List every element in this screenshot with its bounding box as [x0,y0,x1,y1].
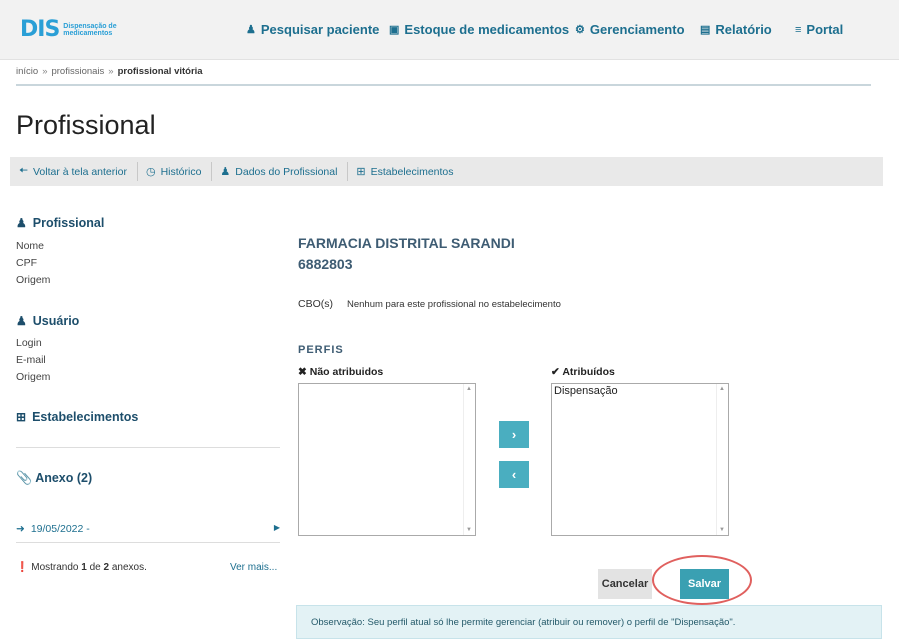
nav-portal[interactable]: ≡ Portal [795,22,843,37]
breadcrumb-profissionais[interactable]: profissionais [51,66,104,77]
page-title: Profissional [16,110,156,140]
assign-profile-button[interactable]: › [499,421,529,448]
estabelecimento-name: FARMACIA DISTRITAL SARANDI [298,235,515,251]
atribuidos-listbox[interactable]: Dispensação ▲ ▼ [551,383,729,536]
cancel-button[interactable]: Cancelar [598,569,652,599]
logo-text: Dispensação de medicamentos [63,23,117,37]
action-toolbar: 🠤 Voltar à tela anterior ◷ Histórico ♟ Dado… [10,157,883,186]
anexo-divider [16,542,280,543]
info-icon: ❗ [16,562,29,573]
chevron-left-icon: ‹ [511,467,517,482]
logo-mark: DIS [20,17,60,42]
usuario-section-title: ♟ Usuário [16,314,80,328]
arrow-circle-right-icon: ➜ [16,523,25,535]
user-icon: ♟ [246,24,256,36]
estabelecimento-code: 6882803 [298,256,353,272]
cbo-label: CBO(s) [298,298,333,310]
breadcrumb-divider [16,84,871,86]
chevron-right-icon: ▶ [273,523,280,532]
perfis-title: PERFIS [298,344,344,356]
hospital-icon: ⊞ [356,166,366,178]
field-login: Login [16,337,42,349]
field-nome: Nome [16,240,45,252]
field-origem-usuario: Origem [16,371,51,383]
scroll-up-icon: ▲ [466,386,472,392]
unassign-profile-button[interactable]: ‹ [499,461,529,488]
listbox-scrollbar[interactable]: ▲ ▼ [716,384,728,535]
briefcase-icon: ▣ [389,24,400,36]
nao-atribuidos-label: ✖ Não atribuidos [298,366,384,378]
user-md-icon: ♟ [220,166,231,178]
historico-button[interactable]: ◷ Histórico [138,162,213,181]
anexo-list-item[interactable]: ➜ 19/05/2022 - ▶ [16,523,280,535]
atribuidos-label: ✔ Atribuídos [551,366,615,378]
arrow-left-icon: 🠤 [19,165,28,177]
breadcrumb-current: profissional vitória [117,66,203,77]
field-origem: Origem [16,274,51,286]
observacao-alert: Observação: Seu perfil atual só lhe perm… [296,605,882,639]
estabelecimentos-button[interactable]: ⊞ Estabelecimentos [348,162,463,181]
nav-gerenciamento[interactable]: ⚙ Gerenciamento [575,22,685,37]
usuario-fields: Login E-mail Origem [16,335,50,386]
estabelecimentos-section-title: ⊞ Estabelecimentos [16,410,139,424]
profissional-fields: Nome CPF Origem [16,238,50,289]
breadcrumb-inicio[interactable]: início [16,66,38,77]
app-logo[interactable]: DIS Dispensação de medicamentos [20,19,117,41]
times-icon: ✖ [298,366,307,378]
back-button[interactable]: 🠤 Voltar à tela anterior [17,162,138,181]
listbox-scrollbar[interactable]: ▲ ▼ [463,384,475,535]
anexo-section-title: 📎 Anexo (2) [16,470,93,485]
nav-relatorio[interactable]: ▤ Relatório [700,22,772,37]
scroll-down-icon: ▼ [466,527,472,533]
pagination-summary: ❗ Mostrando 1 de 2 anexos. [16,562,147,573]
user-md-icon: ♟ [16,216,27,230]
nav-estoque-medicamentos[interactable]: ▣ Estoque de medicamentos [389,22,569,37]
scroll-up-icon: ▲ [719,386,725,392]
field-cpf: CPF [16,257,37,269]
cbo-value: Nenhum para este profissional no estabel… [347,299,561,310]
menu-icon: ≡ [795,23,802,36]
top-navbar: DIS Dispensação de medicamentos ♟ Pesquisa… [0,0,899,60]
profissional-section-title: ♟ Profissional [16,216,105,230]
bar-chart-icon: ▤ [700,24,711,36]
chevron-right-icon: › [511,427,517,442]
breadcrumb: início» profissionais» profissional vitóri… [16,66,203,77]
section-divider [16,447,280,448]
user-icon: ♟ [16,314,27,328]
nav-pesquisar-paciente[interactable]: ♟ Pesquisar paciente [246,22,379,37]
ver-mais-link[interactable]: Ver mais... [230,562,277,573]
dados-profissional-button[interactable]: ♟ Dados do Profissional [212,162,349,181]
nao-atribuidos-listbox[interactable]: ▲ ▼ [298,383,476,536]
save-button[interactable]: Salvar [680,569,729,599]
hospital-icon: ⊞ [16,410,27,424]
field-email: E-mail [16,354,46,366]
list-item[interactable]: Dispensação [552,384,728,398]
check-icon: ✔ [551,366,560,378]
clock-icon: ◷ [145,166,156,178]
paperclip-icon: 📎 [16,470,33,485]
gear-icon: ⚙ [575,24,585,36]
scroll-down-icon: ▼ [719,527,725,533]
